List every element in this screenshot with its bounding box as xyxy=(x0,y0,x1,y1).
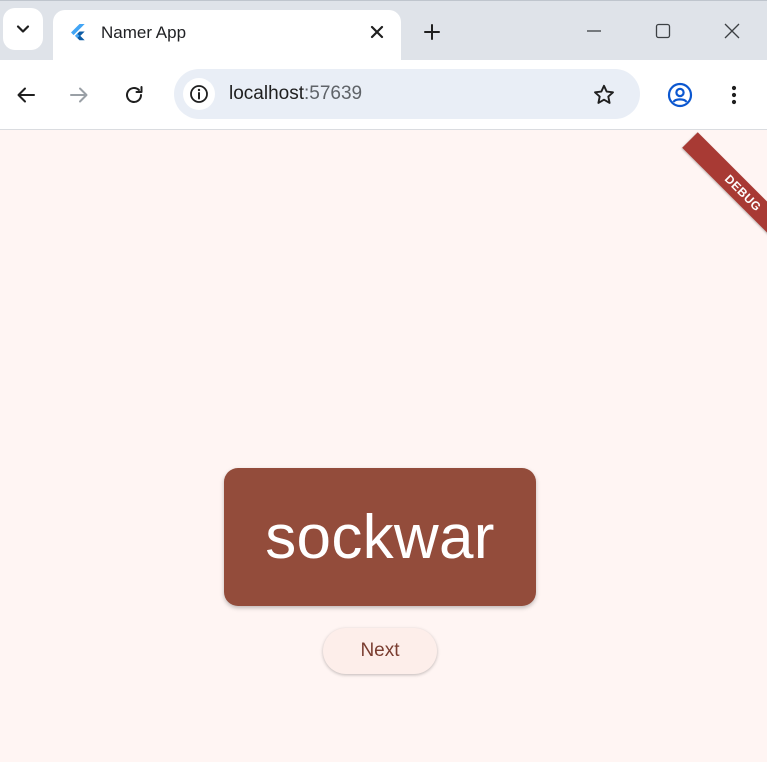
url-port: :57639 xyxy=(304,83,363,104)
arrow-left-icon xyxy=(17,87,35,103)
maximize-icon xyxy=(655,23,671,39)
arrow-right-icon xyxy=(70,87,88,103)
bookmark-button[interactable] xyxy=(591,82,617,108)
chevron-down-icon xyxy=(16,25,30,33)
flutter-logo-icon xyxy=(71,24,85,41)
more-vert-icon xyxy=(731,85,737,105)
plus-icon xyxy=(424,24,440,40)
window-minimize-button[interactable] xyxy=(576,15,612,47)
word-pair-card: sockwar xyxy=(224,468,536,606)
app-viewport: DEBUG sockwar Next xyxy=(0,130,767,762)
word-pair-text: sockwar xyxy=(265,502,495,572)
tab-close-button[interactable] xyxy=(365,20,389,44)
info-icon xyxy=(190,85,208,103)
window-close-button[interactable] xyxy=(714,15,750,47)
minimize-icon xyxy=(587,30,601,32)
new-tab-button[interactable] xyxy=(418,18,446,46)
browser-menu-button[interactable] xyxy=(716,77,752,113)
address-bar[interactable]: localhost:57639 xyxy=(174,69,640,119)
window-maximize-button[interactable] xyxy=(645,15,681,47)
tab-strip: Namer App xyxy=(0,0,767,61)
url-text: localhost:57639 xyxy=(229,83,362,105)
tab-title: Namer App xyxy=(101,23,187,42)
reload-button[interactable] xyxy=(116,77,152,113)
debug-banner: DEBUG xyxy=(682,132,767,254)
browser-toolbar: localhost:57639 xyxy=(0,60,767,130)
url-host: localhost xyxy=(229,83,304,104)
profile-button[interactable] xyxy=(662,77,698,113)
close-icon xyxy=(370,25,384,39)
reload-icon xyxy=(126,86,143,103)
account-icon xyxy=(667,82,693,108)
close-icon xyxy=(724,23,740,39)
forward-button[interactable] xyxy=(61,77,97,113)
tab-search-button[interactable] xyxy=(3,8,43,50)
back-button[interactable] xyxy=(8,77,44,113)
next-button[interactable]: Next xyxy=(323,628,437,674)
browser-tab[interactable]: Namer App xyxy=(53,10,401,61)
site-info-button[interactable] xyxy=(183,78,215,110)
star-icon xyxy=(594,84,614,104)
